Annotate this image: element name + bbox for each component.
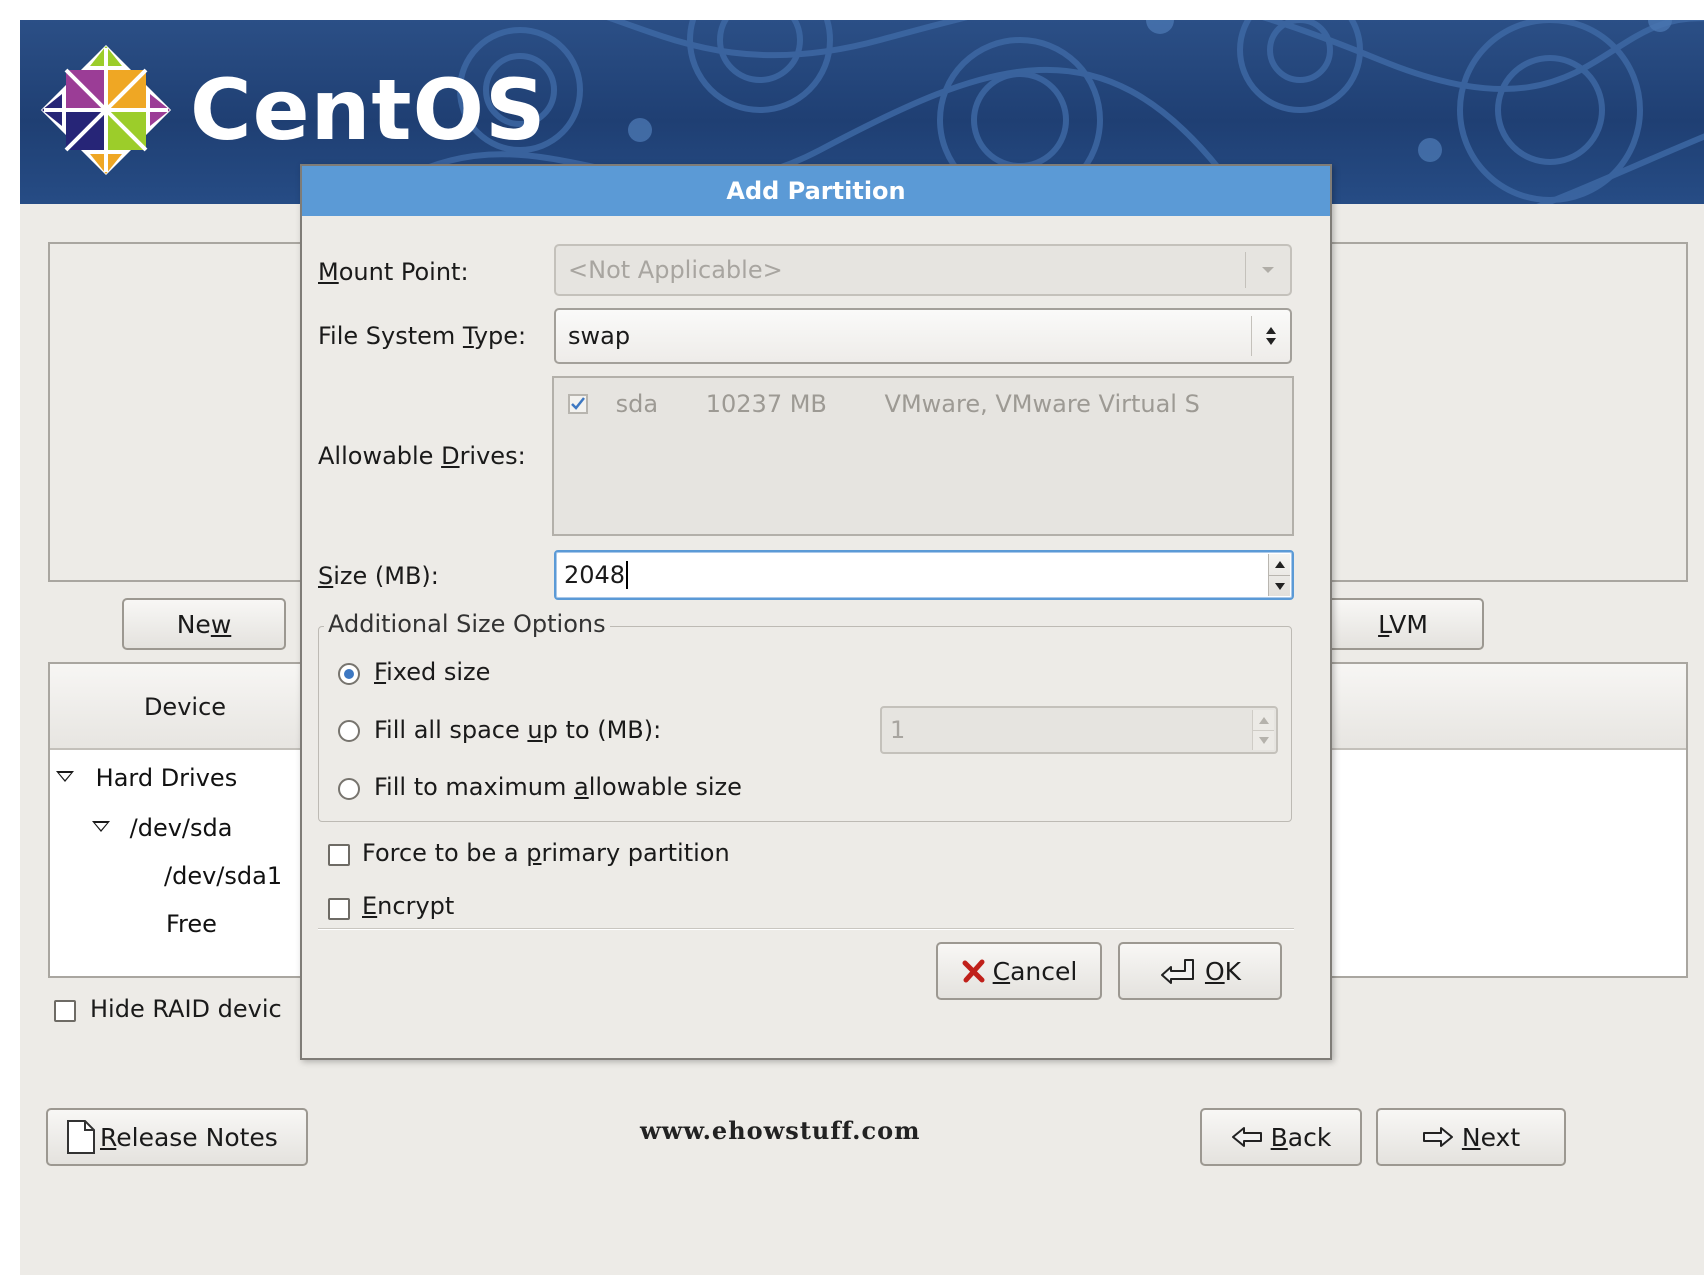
updown-arrow-icon[interactable] (1252, 310, 1290, 362)
back-label: Back (1270, 1122, 1332, 1152)
add-partition-dialog: Add Partition Mount Point: <Not Applicab… (300, 164, 1332, 1060)
fill-up-to-label[interactable]: Fill all space up to (MB): (374, 716, 661, 744)
new-button[interactable]: New (122, 598, 286, 650)
ok-label: OK (1204, 956, 1242, 986)
tree-row-free[interactable]: Free (166, 910, 217, 938)
allowable-drives-list[interactable]: sda 10237 MB VMware, VMware Virtual S (552, 376, 1294, 536)
lvm-button-label: LVM (1378, 609, 1428, 639)
hide-raid-label: Hide RAID devic (90, 995, 282, 1023)
spin-up-icon[interactable] (1269, 554, 1290, 575)
fill-up-to-radio[interactable] (338, 720, 360, 742)
text-cursor (626, 561, 629, 589)
spin-down-icon[interactable] (1253, 730, 1274, 750)
expander-down-icon[interactable] (56, 771, 74, 782)
expander-down-icon[interactable] (92, 821, 110, 832)
encrypt-checkbox[interactable] (328, 898, 350, 920)
drive-checkbox[interactable] (568, 394, 588, 414)
ok-enter-arrow-icon (1160, 959, 1194, 984)
release-notes-button[interactable]: Release Notes (46, 1108, 308, 1166)
tree-row-dev-sda[interactable]: /dev/sda (92, 814, 232, 842)
checkmark-icon (571, 397, 585, 410)
tree-row-hard-drives[interactable]: Hard Drives (56, 764, 237, 792)
cancel-button[interactable]: Cancel (936, 942, 1102, 1000)
centos-logo-icon (40, 44, 172, 176)
size-label: Size (MB): (318, 562, 439, 590)
fill-max-radio[interactable] (338, 778, 360, 800)
size-spin-buttons[interactable] (1268, 554, 1290, 596)
spin-down-icon[interactable] (1269, 575, 1290, 596)
back-button[interactable]: Back (1200, 1108, 1362, 1166)
column-device[interactable]: Device (50, 664, 320, 750)
dropdown-arrow-icon[interactable] (1246, 246, 1290, 294)
arrow-left-icon (1231, 1127, 1262, 1147)
additional-size-options-legend: Additional Size Options (324, 610, 610, 638)
dialog-title: Add Partition (302, 166, 1330, 216)
fs-type-value: swap (568, 322, 631, 350)
size-value-wrap: 2048 (564, 552, 629, 598)
fill-max-label[interactable]: Fill to maximum allowable size (374, 773, 742, 801)
installer-screen: CentOS New LVM Device Hard Drives /dev/s… (20, 20, 1704, 1275)
cancel-x-icon (962, 959, 985, 983)
fill-up-to-spinbutton[interactable]: 1 (880, 706, 1278, 754)
next-label: Next (1461, 1122, 1521, 1152)
force-primary-checkbox[interactable] (328, 844, 350, 866)
spin-up-icon[interactable] (1253, 710, 1274, 730)
cancel-label: Cancel (992, 956, 1078, 986)
fixed-size-label[interactable]: Fixed size (374, 658, 490, 686)
mount-point-value: <Not Applicable> (568, 256, 783, 284)
drive-size: 10237 MB (705, 390, 827, 418)
button-area-divider (318, 928, 1294, 930)
ok-button[interactable]: OK (1118, 942, 1282, 1000)
centos-logo-text: CentOS (190, 61, 547, 159)
size-value: 2048 (564, 561, 626, 589)
tree-row-dev-sda1[interactable]: /dev/sda1 (164, 862, 282, 890)
hide-raid-checkbox[interactable] (54, 1000, 76, 1022)
fs-type-label: File System Type: (318, 322, 527, 350)
fill-up-spin-buttons[interactable] (1252, 710, 1274, 750)
fs-type-select[interactable]: swap (554, 308, 1292, 364)
size-spinbutton[interactable]: 2048 (554, 550, 1294, 600)
watermark-text: www.ehowstuff.com (640, 1116, 921, 1145)
force-primary-label[interactable]: Force to be a primary partition (362, 839, 730, 867)
allowable-drives-label: Allowable Drives: (318, 442, 526, 470)
encrypt-label[interactable]: Encrypt (362, 892, 454, 920)
lvm-button[interactable]: LVM (1322, 598, 1484, 650)
drive-model: VMware, VMware Virtual S (884, 390, 1200, 418)
mount-point-combo[interactable]: <Not Applicable> (554, 244, 1292, 296)
next-button[interactable]: Next (1376, 1108, 1566, 1166)
drive-row-sda[interactable]: sda 10237 MB VMware, VMware Virtual S (568, 390, 1200, 418)
drive-name: sda (615, 390, 659, 418)
new-button-label: New (176, 609, 232, 639)
arrow-right-icon (1422, 1127, 1453, 1147)
fixed-size-radio[interactable] (338, 663, 360, 685)
mount-point-label: Mount Point: (318, 258, 469, 286)
document-icon (67, 1120, 95, 1154)
release-notes-label: Release Notes (100, 1122, 278, 1152)
fill-up-to-value: 1 (890, 716, 906, 744)
